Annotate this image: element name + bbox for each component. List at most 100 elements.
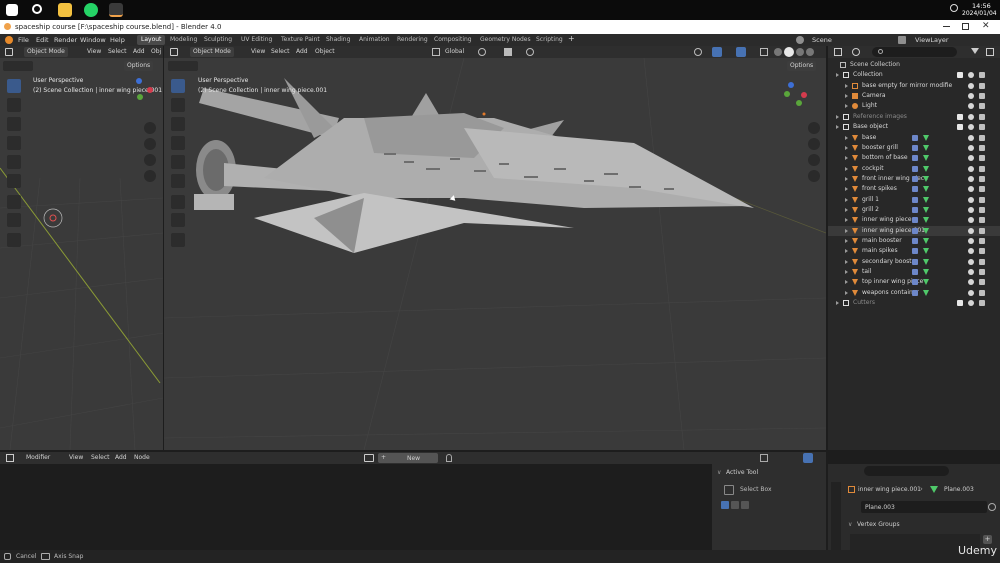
active-tool-chevron-icon[interactable]: ∨ bbox=[717, 469, 721, 476]
main-scale-tool-icon[interactable] bbox=[171, 155, 185, 169]
modifier-wrench-icon[interactable] bbox=[912, 206, 918, 213]
exclude-checkbox[interactable] bbox=[957, 72, 963, 79]
expand-chevron-icon[interactable] bbox=[845, 197, 848, 202]
mesh-data-icon[interactable] bbox=[923, 165, 929, 172]
eye-visibility-icon[interactable] bbox=[968, 289, 974, 296]
render-visibility-icon[interactable] bbox=[979, 165, 985, 172]
mesh-data-icon[interactable] bbox=[923, 289, 929, 296]
main-menu-object[interactable]: Object bbox=[312, 47, 338, 57]
outliner-search-field[interactable] bbox=[872, 47, 957, 57]
modifier-wrench-icon[interactable] bbox=[912, 196, 918, 203]
expand-chevron-icon[interactable] bbox=[845, 176, 848, 181]
eye-visibility-icon[interactable] bbox=[968, 72, 974, 79]
editor-type-icon[interactable] bbox=[5, 48, 13, 56]
modifier-wrench-icon[interactable] bbox=[912, 238, 918, 244]
expand-chevron-icon[interactable] bbox=[845, 228, 848, 233]
xray-toggle-icon[interactable] bbox=[760, 48, 768, 56]
main-camera-view-icon[interactable] bbox=[808, 154, 820, 166]
expand-chevron-icon[interactable] bbox=[845, 270, 848, 275]
eye-visibility-icon[interactable] bbox=[968, 258, 974, 265]
add-workspace-icon[interactable]: + bbox=[568, 34, 575, 43]
modifier-wrench-icon[interactable] bbox=[912, 165, 918, 172]
expand-chevron-icon[interactable] bbox=[845, 218, 848, 223]
maximize-icon[interactable] bbox=[962, 23, 969, 30]
main-zoom-icon[interactable] bbox=[808, 122, 820, 134]
main-select-tool-icon[interactable] bbox=[171, 79, 185, 93]
expand-chevron-icon[interactable] bbox=[845, 280, 848, 285]
expand-chevron-icon[interactable] bbox=[845, 187, 848, 192]
outliner-item[interactable]: Camera bbox=[828, 91, 1000, 101]
eye-visibility-icon[interactable] bbox=[968, 165, 974, 172]
render-visibility-icon[interactable] bbox=[979, 144, 985, 151]
outliner-item[interactable]: grill 1 bbox=[828, 195, 1000, 205]
mesh-data-icon[interactable] bbox=[923, 248, 929, 255]
tab-uv-editing[interactable]: UV Editing bbox=[237, 35, 276, 45]
windows-start-icon[interactable] bbox=[6, 4, 18, 16]
outliner-item[interactable]: cockpit bbox=[828, 164, 1000, 174]
render-visibility-icon[interactable] bbox=[979, 258, 985, 265]
eye-visibility-icon[interactable] bbox=[968, 300, 974, 307]
render-visibility-icon[interactable] bbox=[979, 300, 985, 307]
eye-visibility-icon[interactable] bbox=[968, 82, 974, 89]
menu-edit[interactable]: Edit bbox=[36, 36, 49, 44]
render-visibility-icon[interactable] bbox=[979, 82, 985, 89]
node-menu-add[interactable]: Add bbox=[112, 453, 130, 463]
menu-help[interactable]: Help bbox=[110, 36, 125, 44]
modifier-wrench-icon[interactable] bbox=[912, 134, 918, 141]
left-menu-add[interactable]: Add bbox=[130, 47, 148, 57]
tab-modeling[interactable]: Modeling bbox=[166, 35, 201, 45]
eye-visibility-icon[interactable] bbox=[968, 124, 974, 131]
outliner-item[interactable]: Light bbox=[828, 101, 1000, 111]
render-visibility-icon[interactable] bbox=[979, 186, 985, 193]
exclude-checkbox[interactable] bbox=[957, 124, 963, 131]
left-menu-select[interactable]: Select bbox=[105, 47, 130, 57]
modifier-wrench-icon[interactable] bbox=[912, 217, 918, 224]
main-editor-type-icon[interactable] bbox=[170, 48, 178, 56]
minimize-icon[interactable] bbox=[943, 26, 950, 27]
section-chevron-icon[interactable]: ∨ bbox=[848, 521, 852, 528]
mesh-data-icon[interactable] bbox=[923, 206, 929, 213]
add-cube-tool-icon[interactable] bbox=[7, 233, 21, 247]
render-visibility-icon[interactable] bbox=[979, 93, 985, 100]
mesh-data-icon[interactable] bbox=[923, 279, 929, 286]
node-editor-canvas[interactable]: ∨ Active Tool Select Box bbox=[0, 464, 826, 550]
main-rotate-tool-icon[interactable] bbox=[171, 136, 185, 150]
outliner-root-row[interactable]: Scene Collection bbox=[828, 60, 1000, 70]
eye-visibility-icon[interactable] bbox=[968, 196, 974, 203]
expand-chevron-icon[interactable] bbox=[845, 249, 848, 254]
left-camera-view-icon[interactable] bbox=[144, 154, 156, 166]
mesh-data-field[interactable]: Plane.003 bbox=[861, 501, 987, 513]
outliner-item[interactable]: weapons container bbox=[828, 288, 1000, 298]
eye-visibility-icon[interactable] bbox=[968, 155, 974, 162]
outliner-item[interactable]: inner wing piece bbox=[828, 215, 1000, 225]
render-visibility-icon[interactable] bbox=[979, 124, 985, 131]
mesh-data-icon[interactable] bbox=[923, 144, 929, 151]
main-add-cube-tool-icon[interactable] bbox=[171, 233, 185, 247]
measure-tool-icon[interactable] bbox=[7, 213, 21, 227]
solid-shading-icon[interactable] bbox=[784, 47, 794, 57]
properties-tabs[interactable] bbox=[831, 482, 841, 550]
expand-chevron-icon[interactable] bbox=[845, 145, 848, 150]
modifier-wrench-icon[interactable] bbox=[912, 289, 918, 296]
main-annotate-tool-icon[interactable] bbox=[171, 195, 185, 209]
main-ortho-toggle-icon[interactable] bbox=[808, 170, 820, 182]
mesh-data-icon[interactable] bbox=[923, 186, 929, 193]
transform-tool-icon[interactable] bbox=[7, 174, 21, 188]
new-node-tree-button[interactable]: + New bbox=[378, 453, 438, 463]
outliner-item[interactable]: front inner wing piece bbox=[828, 174, 1000, 184]
render-visibility-icon[interactable] bbox=[979, 72, 985, 79]
mesh-data-icon[interactable] bbox=[923, 238, 929, 244]
left-zoom-icon[interactable] bbox=[144, 122, 156, 134]
eye-visibility-icon[interactable] bbox=[968, 269, 974, 276]
main-pan-icon[interactable] bbox=[808, 138, 820, 150]
eye-visibility-icon[interactable] bbox=[968, 238, 974, 244]
eye-visibility-icon[interactable] bbox=[968, 103, 974, 110]
outliner-item[interactable]: base bbox=[828, 133, 1000, 143]
left-menu-view[interactable]: View bbox=[84, 47, 104, 57]
select-tool-icon[interactable] bbox=[7, 79, 21, 93]
left-options-button[interactable]: Options bbox=[124, 61, 154, 71]
render-visibility-icon[interactable] bbox=[979, 103, 985, 110]
expand-chevron-icon[interactable] bbox=[836, 125, 839, 130]
node-tree-browse-icon[interactable] bbox=[364, 454, 374, 462]
expand-chevron-icon[interactable] bbox=[845, 259, 848, 264]
